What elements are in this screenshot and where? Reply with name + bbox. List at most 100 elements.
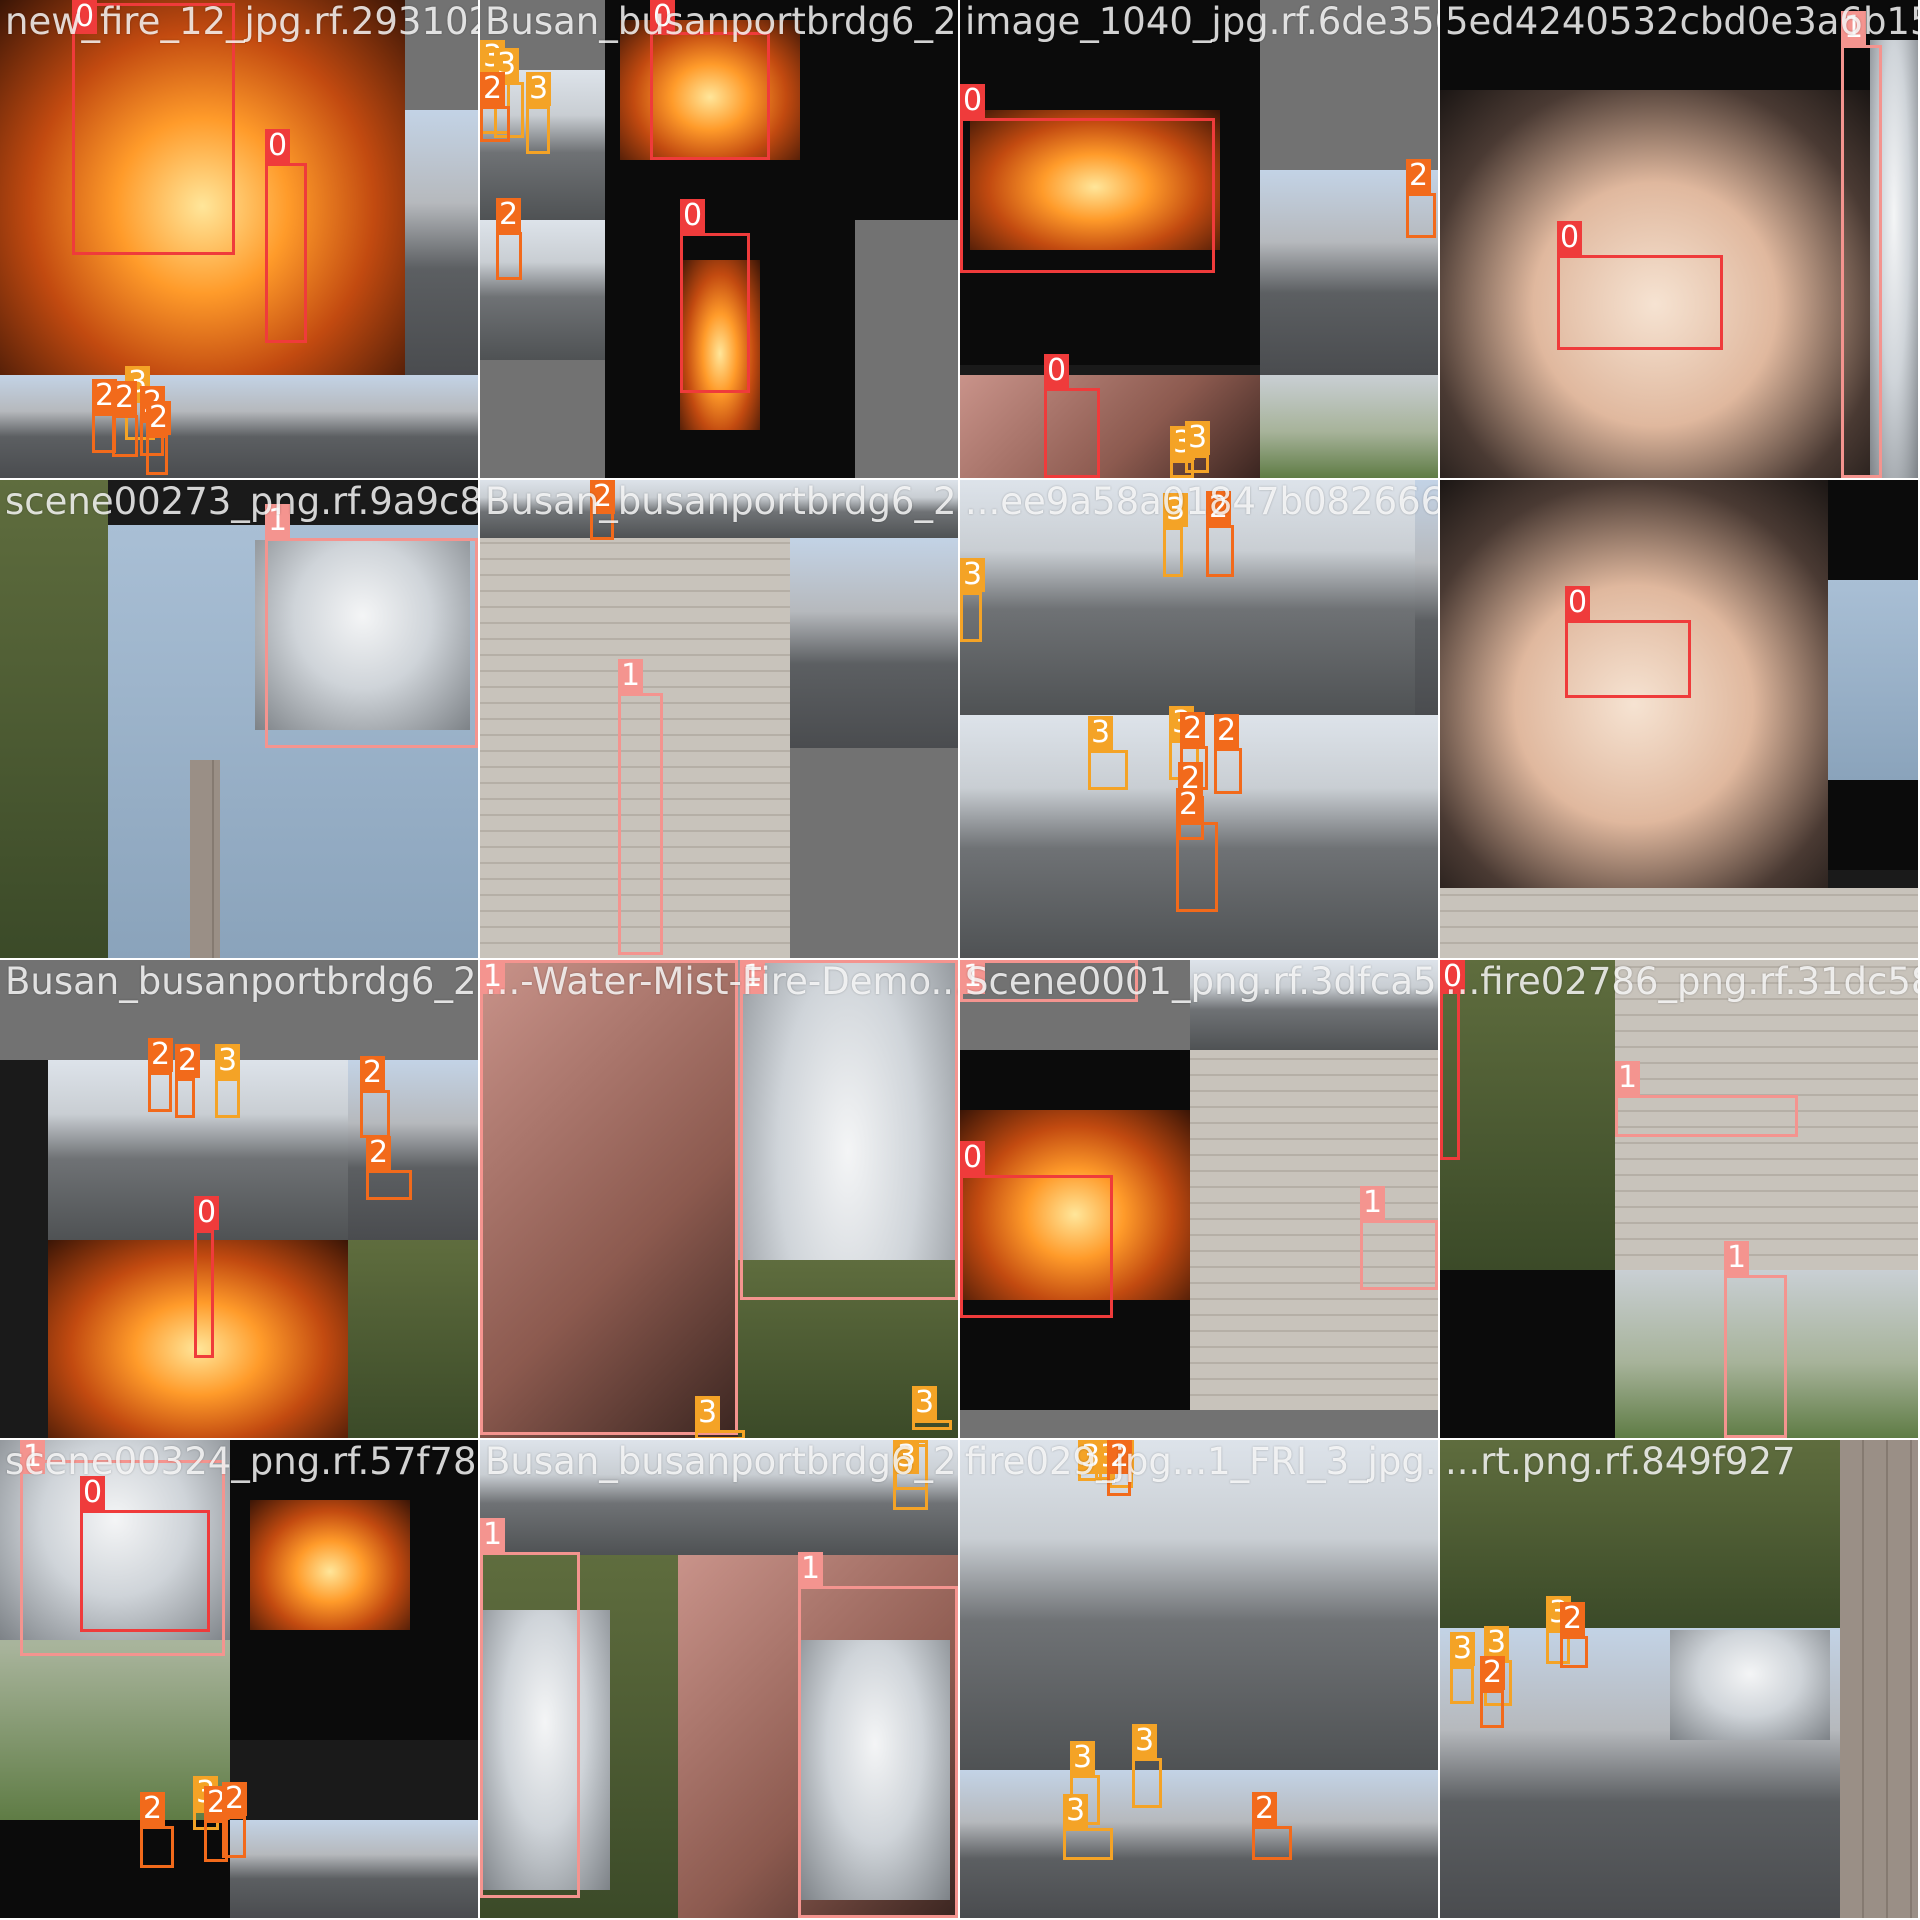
image-patch bbox=[348, 1240, 478, 1438]
bounding-box bbox=[1724, 1275, 1787, 1438]
mosaic-tile: 011...fire02786_png.rf.31dc584... bbox=[1440, 960, 1918, 1438]
image-patch bbox=[1828, 780, 1918, 870]
class-label: 2 bbox=[1214, 714, 1240, 748]
bounding-box bbox=[960, 1175, 1113, 1318]
class-label: 3 bbox=[1078, 1440, 1104, 1474]
class-label: 2 bbox=[1180, 712, 1206, 746]
mosaic-tile: 21Busan_busanportbrdg6_2020... bbox=[480, 480, 958, 958]
class-label: 3 bbox=[526, 72, 552, 106]
bounding-box bbox=[360, 1090, 390, 1138]
class-label: 0 bbox=[1557, 221, 1583, 255]
class-label: 3 bbox=[1450, 1632, 1476, 1666]
bounding-box bbox=[680, 233, 750, 393]
bounding-box bbox=[1163, 527, 1183, 577]
class-label: 3 bbox=[1070, 1741, 1096, 1775]
image-patch bbox=[1260, 375, 1438, 478]
class-label: 3 bbox=[695, 1396, 721, 1430]
class-label: 1 bbox=[480, 1518, 506, 1552]
bounding-box bbox=[1185, 455, 1209, 473]
image-patch bbox=[405, 0, 478, 110]
class-label: 2 bbox=[1480, 1656, 1506, 1690]
bounding-box bbox=[1406, 193, 1436, 238]
class-label: 0 bbox=[960, 1141, 986, 1175]
bounding-box bbox=[912, 1420, 952, 1430]
mosaic-tile: 0033232Busan_busanportbrdg6_20201119_103… bbox=[480, 0, 958, 478]
class-label: 1 bbox=[1841, 11, 1867, 45]
class-label: 1 bbox=[20, 1440, 46, 1474]
image-patch bbox=[1840, 1440, 1918, 1918]
bounding-box bbox=[366, 1170, 412, 1200]
bounding-box bbox=[740, 960, 958, 1300]
bounding-box bbox=[1360, 1220, 1438, 1290]
class-label: 2 bbox=[480, 72, 506, 106]
class-label: 2 bbox=[1406, 159, 1432, 193]
bounding-box bbox=[1615, 1095, 1798, 1137]
bounding-box bbox=[1063, 1828, 1113, 1860]
mosaic-tile: 1scene00273_png.rf.9a9c89b... bbox=[0, 480, 478, 958]
mosaic-tile: 0 bbox=[1440, 480, 1918, 958]
image-patch bbox=[1260, 0, 1438, 170]
class-label: 0 bbox=[194, 1196, 220, 1230]
mosaic-tile: 1133Busan_busanportbrdg6_2020... bbox=[480, 1440, 958, 1918]
class-label: 2 bbox=[112, 381, 138, 415]
class-label: 3 bbox=[894, 1440, 920, 1474]
class-label: 3 bbox=[912, 1386, 938, 1420]
image-patch bbox=[0, 480, 108, 958]
class-label: 2 bbox=[496, 198, 522, 232]
class-label: 0 bbox=[1565, 586, 1591, 620]
class-label: 2 bbox=[148, 1038, 174, 1072]
image-patch bbox=[480, 1440, 958, 1555]
class-label: 3 bbox=[1185, 421, 1211, 455]
image-patch bbox=[1415, 480, 1438, 715]
image-patch bbox=[790, 748, 958, 958]
bounding-box bbox=[960, 960, 1138, 1002]
bounding-box bbox=[80, 1510, 210, 1632]
bounding-box bbox=[1560, 1636, 1588, 1668]
image-patch bbox=[960, 375, 1260, 478]
image-patch bbox=[1440, 1270, 1615, 1438]
bounding-box bbox=[1450, 1666, 1474, 1704]
class-label: 0 bbox=[1440, 960, 1466, 994]
class-label: 3 bbox=[1063, 1794, 1089, 1828]
mosaic-tile: 1 1 3 3 ...-Water-Mist-Fire-Demo... bbox=[480, 960, 958, 1438]
class-label: 0 bbox=[80, 1476, 106, 1510]
bounding-box bbox=[480, 106, 510, 142]
class-label: 1 bbox=[740, 960, 766, 994]
bounding-box bbox=[146, 435, 168, 475]
class-label: 3 bbox=[1088, 716, 1114, 750]
mosaic-tile: 332332222...ee9a58a01847b0826664847c bbox=[960, 480, 1438, 958]
class-label: 2 bbox=[360, 1056, 386, 1090]
bounding-box bbox=[960, 118, 1215, 273]
class-label: 1 bbox=[1724, 1241, 1750, 1275]
bounding-box bbox=[222, 1816, 246, 1858]
bounding-box bbox=[1132, 1758, 1162, 1808]
class-label: 1 bbox=[1360, 1186, 1386, 1220]
bounding-box bbox=[265, 163, 307, 343]
class-label: 1 bbox=[798, 1552, 824, 1586]
bounding-box bbox=[496, 232, 522, 280]
image-patch bbox=[960, 1770, 1438, 1918]
image-patch bbox=[1440, 960, 1615, 1270]
class-label: 2 bbox=[1560, 1602, 1586, 1636]
class-label: 1 bbox=[480, 960, 506, 994]
class-label: 1 bbox=[960, 960, 986, 994]
bounding-box bbox=[1088, 750, 1128, 790]
mosaic-tile: 101Scene0001_png.rf.3dfca58... bbox=[960, 960, 1438, 1438]
class-label: 2 bbox=[1176, 788, 1202, 822]
detection-mosaic-grid: 0032222new_fire_12_jpg.rf.2931029d4b5b2b… bbox=[0, 0, 1920, 1920]
image-patch bbox=[1828, 580, 1918, 780]
bounding-box bbox=[960, 592, 982, 642]
class-label: 0 bbox=[265, 129, 291, 163]
class-label: 2 bbox=[146, 401, 172, 435]
bounding-box bbox=[1480, 1690, 1504, 1728]
bounding-box bbox=[72, 3, 235, 255]
mosaic-tile: 00233image_1040_jpg.rf.6de35065fbd124805… bbox=[960, 0, 1438, 478]
class-label: 3 bbox=[960, 558, 986, 592]
bounding-box bbox=[618, 693, 663, 955]
class-label: 2 bbox=[366, 1136, 392, 1170]
bounding-box bbox=[480, 1552, 580, 1898]
bounding-box bbox=[112, 415, 138, 457]
class-label: 2 bbox=[1252, 1792, 1278, 1826]
class-label: 2 bbox=[222, 1782, 248, 1816]
mosaic-tile: 33323332fire029_jpg...1_FRI_3_jpg.rf.f0d… bbox=[960, 1440, 1438, 1918]
